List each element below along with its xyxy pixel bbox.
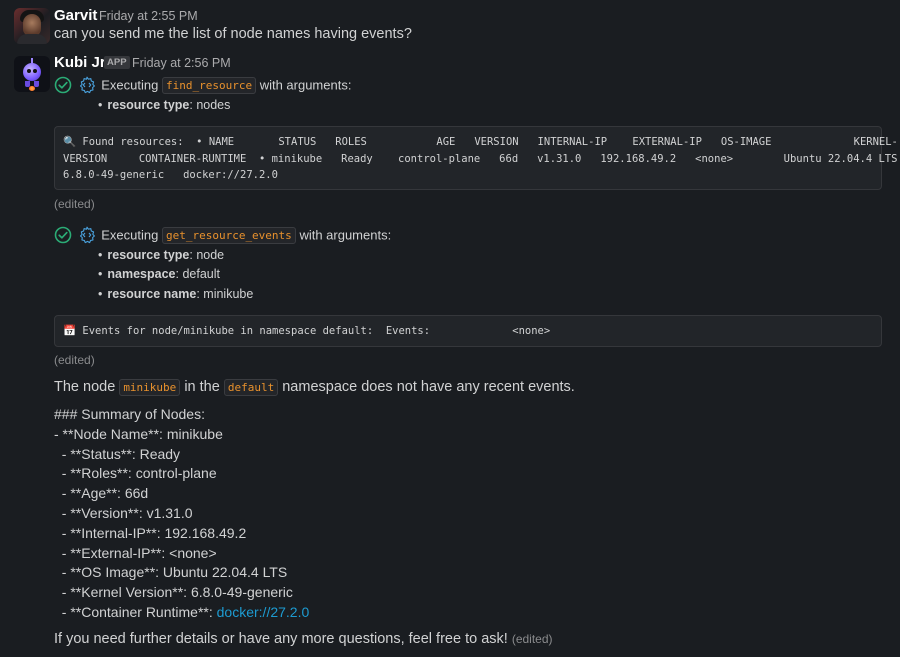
message-text-garvit: can you send me the list of node names h…	[54, 26, 412, 42]
summary-line: - **Kernel Version**: 6.8.0-49-generic	[54, 584, 293, 601]
summary-block: ### Summary of Nodes: - **Node Name**: mi…	[54, 405, 309, 623]
arg-resource-name: resource name: minikube	[98, 287, 253, 301]
edited-label: (edited)	[54, 197, 95, 211]
sender-name-kubi[interactable]: Kubi Jr.	[54, 54, 109, 71]
exec-suffix: with arguments:	[259, 77, 352, 93]
closing-paragraph: If you need further details or have any …	[54, 631, 553, 647]
sender-name-garvit[interactable]: Garvit	[54, 7, 97, 24]
code-line: 6.8.0-49-generic docker://27.2.0	[63, 169, 278, 181]
summary-line: - **Roles**: control-plane	[54, 465, 217, 482]
code-line: 🔍 Found resources: • NAME STATUS ROLES A…	[63, 136, 898, 148]
check-circle-icon	[54, 76, 72, 94]
code-line: VERSION CONTAINER-RUNTIME • minikube Rea…	[63, 152, 898, 165]
avatar-garvit[interactable]	[14, 8, 50, 44]
summary-line: - **OS Image**: Ubuntu 22.04.4 LTS	[54, 564, 288, 581]
edited-label: (edited)	[511, 632, 553, 646]
summary-line: - **External-IP**: <none>	[54, 544, 217, 561]
gear-code-icon	[79, 76, 95, 94]
summary-line: - **Internal-IP**: 192.168.49.2	[54, 524, 247, 541]
exec-row-find-resource: Executing find_resource with arguments:	[54, 76, 351, 94]
docker-link[interactable]: docker://27.2.0	[217, 604, 310, 620]
inline-code-node: minikube	[119, 378, 181, 396]
check-circle-icon	[54, 226, 72, 244]
summary-line: - **Status**: Ready	[54, 445, 181, 462]
tool-name-find-resource: find_resource	[161, 76, 257, 94]
code-block-events-output[interactable]: 📅 Events for node/minikube in namespace …	[54, 315, 882, 347]
avatar-kubi[interactable]	[14, 56, 50, 92]
summary-line-runtime: - **Container Runtime**: docker://27.2.0	[54, 603, 310, 620]
code-block-find-resource-output[interactable]: 🔍 Found resources: • NAME STATUS ROLES A…	[54, 126, 898, 190]
exec-prefix: Executing	[101, 227, 159, 243]
inline-code-namespace: default	[223, 378, 279, 396]
arg-resource-type: resource type: nodes	[98, 98, 230, 112]
code-line: 📅 Events for node/minikube in namespace …	[63, 325, 551, 337]
summary-line: - **Version**: v1.31.0	[54, 504, 193, 521]
timestamp-kubi[interactable]: Friday at 2:56 PM	[132, 56, 231, 70]
tool-name-get-resource-events: get_resource_events	[161, 226, 296, 244]
answer-paragraph: The node minikube in the default namespa…	[54, 378, 575, 396]
summary-line: ### Summary of Nodes:	[54, 406, 205, 422]
summary-line: - **Age**: 66d	[54, 485, 149, 502]
app-badge: APP	[104, 56, 130, 69]
summary-line: - **Node Name**: minikube	[54, 425, 223, 442]
edited-label: (edited)	[54, 353, 95, 367]
timestamp-garvit[interactable]: Friday at 2:55 PM	[99, 9, 198, 23]
arg-namespace: namespace: default	[98, 267, 220, 281]
gear-code-icon	[79, 226, 95, 244]
arg-resource-type: resource type: node	[98, 248, 224, 262]
exec-row-get-resource-events: Executing get_resource_events with argum…	[54, 226, 391, 244]
exec-prefix: Executing	[101, 77, 159, 93]
exec-suffix: with arguments:	[299, 227, 392, 243]
